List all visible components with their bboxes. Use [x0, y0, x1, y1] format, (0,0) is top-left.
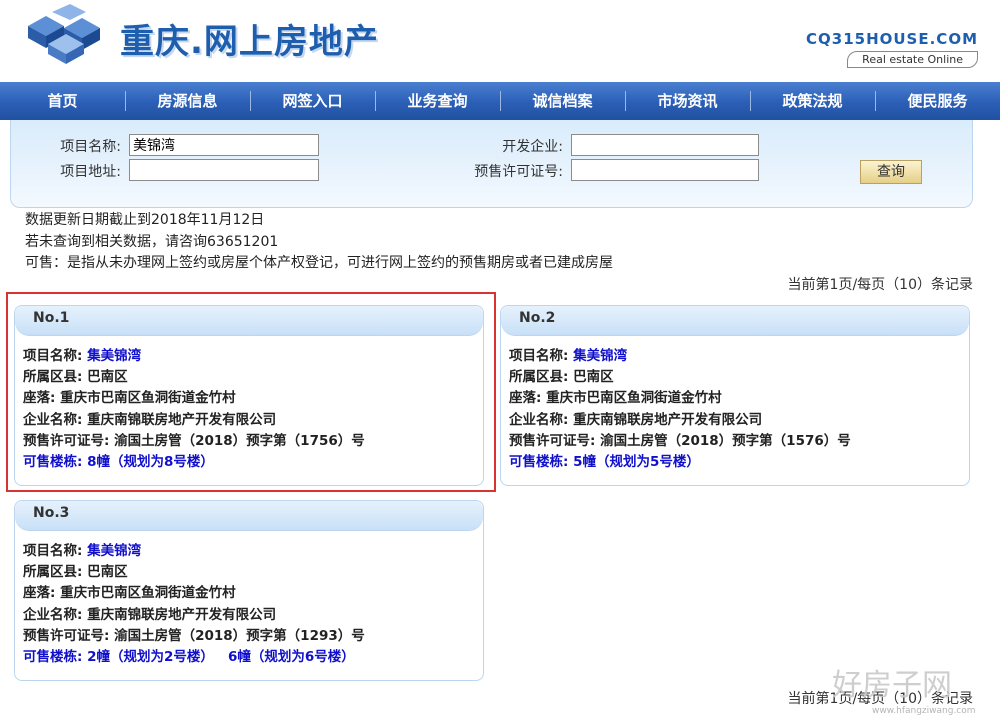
- update-date-text: 数据更新日期截止到2018年11月12日: [25, 212, 265, 228]
- project-name-label: 项目名称:: [60, 139, 121, 155]
- card-row-buildings: 可售楼栋: 2幢（规划为2号楼） 6幢（规划为6号楼）: [23, 649, 355, 666]
- nav-item-online-signing[interactable]: 网签入口: [250, 82, 375, 120]
- card-header: No.2: [501, 306, 969, 336]
- building-link-2[interactable]: 6幢（规划为6号楼）: [228, 649, 355, 665]
- card-row-permit: 预售许可证号: 渝国土房管（2018）预字第（1293）号: [23, 627, 365, 644]
- card-row-district: 所属区县: 巴南区: [509, 369, 614, 386]
- info-block: 数据更新日期截止到2018年11月12日 若未查询到相关数据，请咨询636512…: [25, 210, 613, 275]
- project-address-input[interactable]: [129, 159, 319, 181]
- card-row-permit: 预售许可证号: 渝国土房管（2018）预字第（1576）号: [509, 432, 851, 449]
- nav-item-business-query[interactable]: 业务查询: [375, 82, 500, 120]
- brand-block: CQ315HOUSE.COM Real estate Online: [806, 30, 978, 68]
- nav-item-policies[interactable]: 政策法规: [750, 82, 875, 120]
- watermark: 好房子网: [832, 668, 952, 703]
- watermark-url: www.hfangziwang.com: [872, 706, 976, 716]
- permit-number-label: 预售许可证号:: [474, 164, 563, 180]
- card-number: No.2: [519, 310, 556, 326]
- card-row-buildings: 可售楼栋: 5幢（规划为5号楼）: [509, 454, 700, 471]
- card-header: No.3: [15, 501, 483, 531]
- main-nav: 首页 房源信息 网签入口 业务查询 诚信档案 市场资讯 政策法规 便民服务: [0, 82, 1000, 120]
- developer-label: 开发企业:: [502, 139, 563, 155]
- nav-item-market-news[interactable]: 市场资讯: [625, 82, 750, 120]
- card-row-location: 座落: 重庆市巴南区鱼洞街道金竹村: [509, 390, 722, 407]
- project-card-3: No.3 项目名称: 集美锦湾 所属区县: 巴南区 座落: 重庆市巴南区鱼洞街道…: [14, 500, 484, 682]
- pager-top: 当前第1页/每页（10）条记录: [787, 277, 973, 293]
- nav-item-services[interactable]: 便民服务: [875, 82, 1000, 120]
- project-card-2: No.2 项目名称: 集美锦湾 所属区县: 巴南区 座落: 重庆市巴南区鱼洞街道…: [500, 305, 970, 487]
- consult-text: 若未查询到相关数据，请咨询63651201: [25, 233, 279, 250]
- site-title[interactable]: 重庆.网上房地产: [120, 14, 379, 63]
- card-row-location: 座落: 重庆市巴南区鱼洞街道金竹村: [23, 585, 236, 602]
- building-link[interactable]: 5幢（规划为5号楼）: [573, 454, 700, 470]
- site-header: 重庆.网上房地产 CQ315HOUSE.COM Real estate Onli…: [0, 0, 1000, 82]
- card-row-name: 项目名称: 集美锦湾: [509, 348, 628, 364]
- highlight-box: [6, 292, 496, 492]
- project-name-link[interactable]: 集美锦湾: [573, 348, 627, 364]
- permit-number-input[interactable]: [571, 159, 759, 181]
- card-row-company: 企业名称: 重庆南锦联房地产开发有限公司: [23, 606, 277, 623]
- card-number: No.3: [33, 505, 70, 521]
- nav-item-credit-records[interactable]: 诚信档案: [500, 82, 625, 120]
- card-row-district: 所属区县: 巴南区: [23, 564, 128, 581]
- project-name-input[interactable]: [129, 134, 319, 156]
- card-row-company: 企业名称: 重庆南锦联房地产开发有限公司: [509, 411, 763, 428]
- developer-input[interactable]: [571, 134, 759, 156]
- query-button[interactable]: 查询: [860, 160, 922, 184]
- nav-item-listings[interactable]: 房源信息: [125, 82, 250, 120]
- brand-code: CQ315HOUSE.COM: [806, 30, 978, 48]
- search-panel: 项目名称: 项目地址: 开发企业: 预售许可证号: 查询: [10, 120, 973, 208]
- card-row-name: 项目名称: 集美锦湾: [23, 543, 142, 559]
- building-link[interactable]: 2幢（规划为2号楼）: [87, 649, 214, 665]
- project-name-link[interactable]: 集美锦湾: [87, 543, 141, 559]
- project-address-label: 项目地址:: [60, 164, 121, 180]
- nav-item-home[interactable]: 首页: [0, 82, 125, 120]
- definition-text: 可售：是指从未办理网上签约或房屋个体产权登记，可进行网上签约的预售期房或者已建成…: [25, 255, 613, 271]
- brand-subtitle: Real estate Online: [847, 51, 978, 68]
- logo-cubes-icon: [28, 4, 100, 64]
